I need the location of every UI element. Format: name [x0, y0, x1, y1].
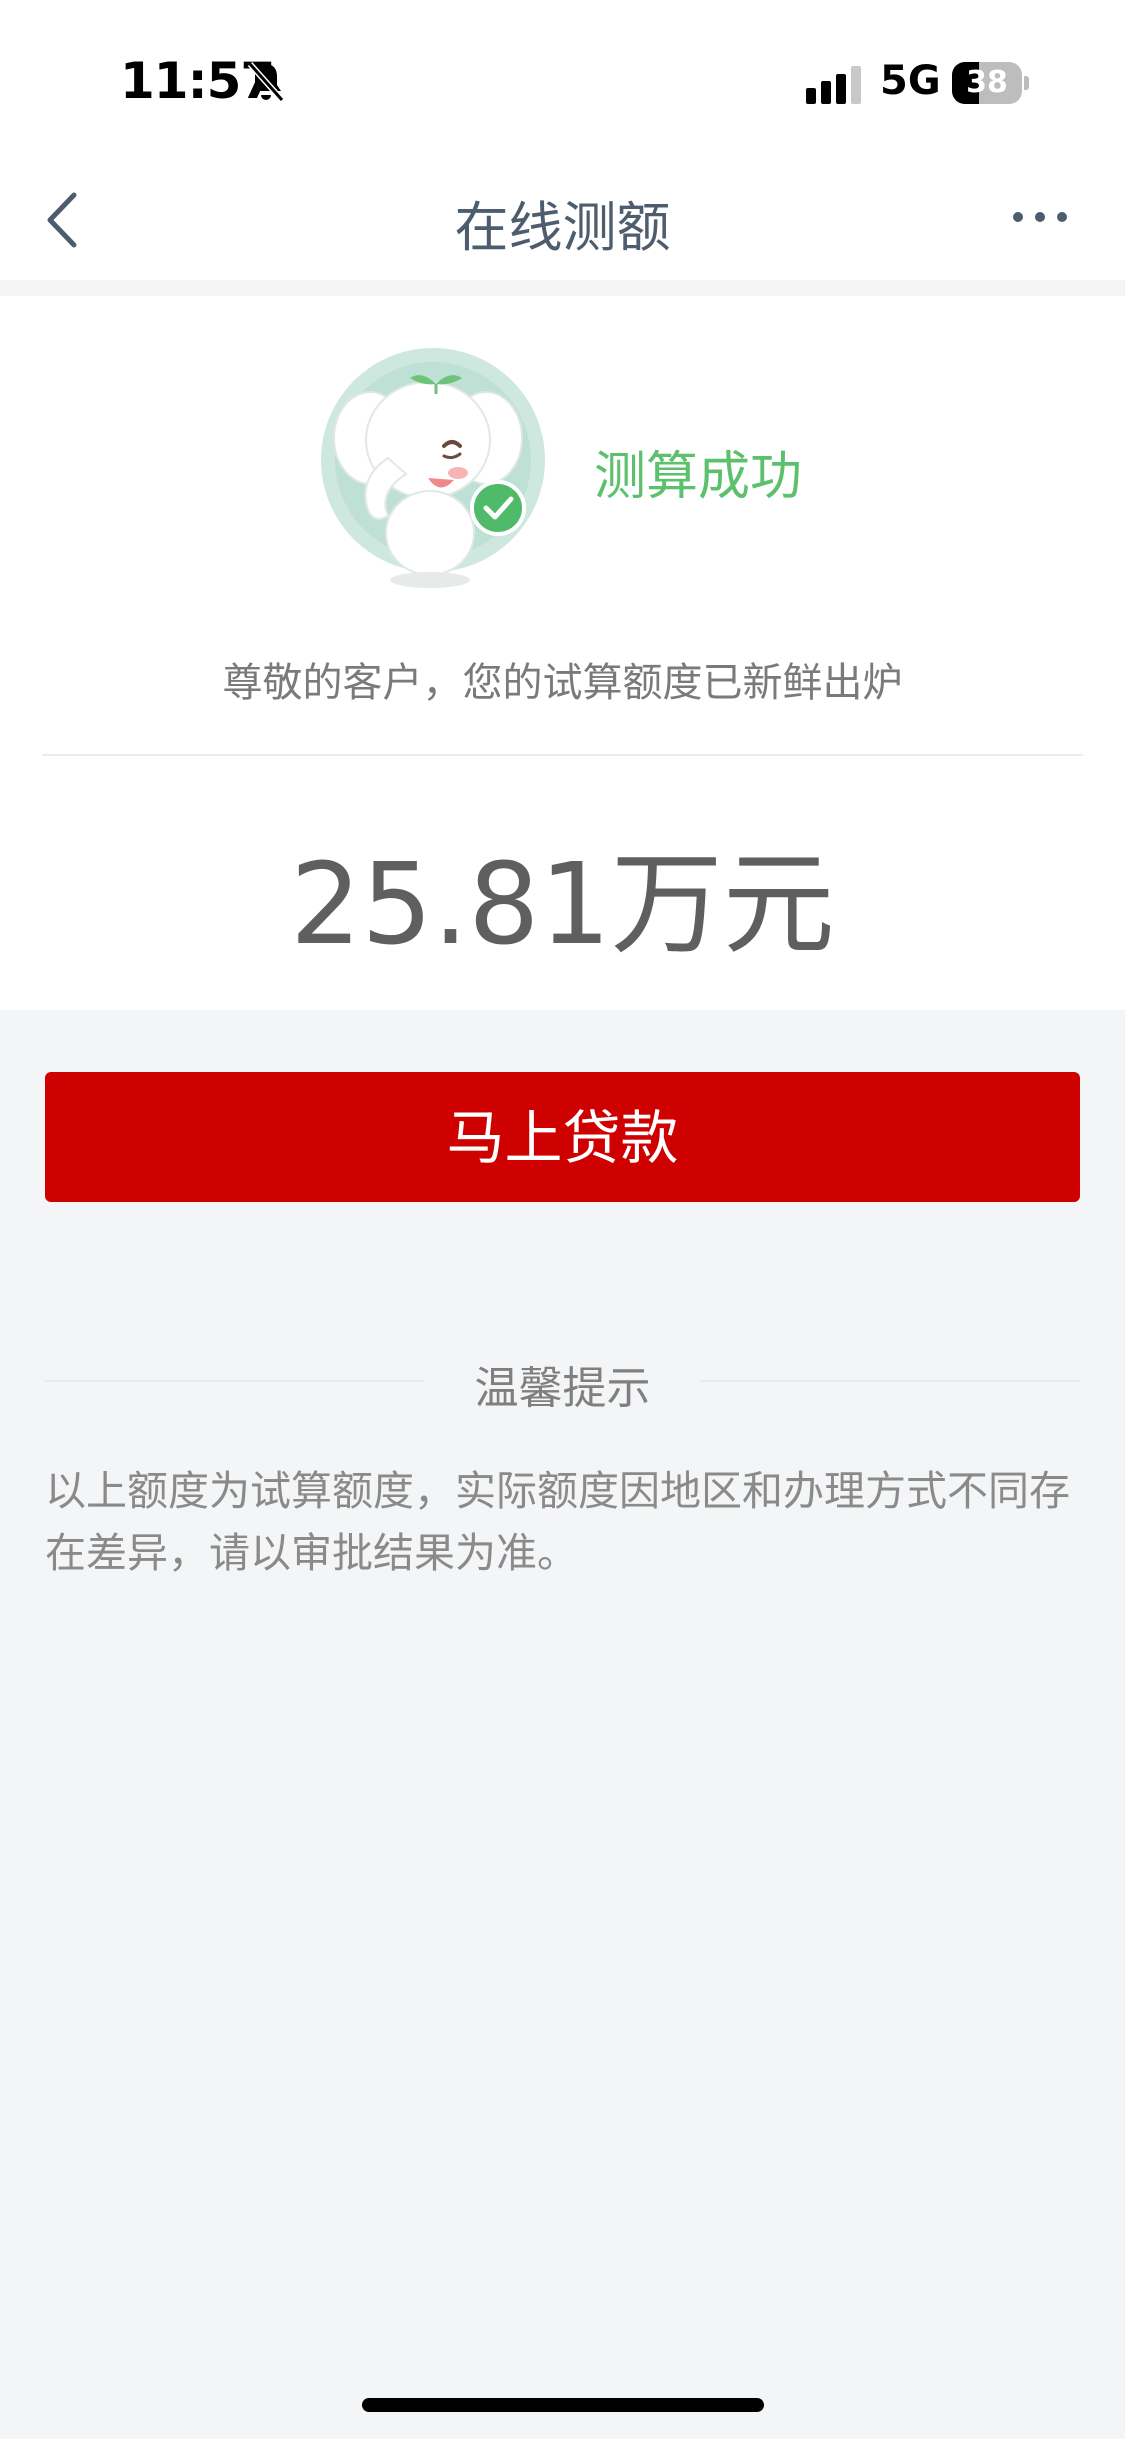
nav-divider: [0, 280, 1125, 296]
success-status-text: 测算成功: [594, 447, 803, 507]
credit-amount: 25.81万元: [290, 840, 835, 970]
result-subtitle: 尊敬的客户，您的试算额度已新鲜出炉: [222, 660, 903, 706]
battery-body: 38: [952, 62, 1022, 104]
tips-divider-right: [700, 1380, 1080, 1382]
network-type: 5G: [880, 58, 941, 104]
battery-nub: [1024, 76, 1029, 90]
status-bar: 11:57 5G 38: [0, 0, 1125, 155]
card-divider: [42, 754, 1083, 756]
battery-level: 38: [966, 65, 1008, 100]
bell-off-icon: [247, 62, 285, 102]
nav-bar: 在线测额: [0, 155, 1125, 280]
result-card: 测算成功 尊敬的客户，您的试算额度已新鲜出炉 25.81万元: [0, 296, 1125, 1010]
tips-title: 温馨提示: [474, 1363, 651, 1414]
battery-icon: 38: [952, 62, 1029, 104]
apply-loan-button[interactable]: 马上贷款: [45, 1072, 1080, 1202]
cellular-signal-icon: [806, 66, 861, 104]
screen: 11:57 5G 38 在线测额 测算成功 尊敬的客户，您的试算额度已新鲜出炉 …: [0, 0, 1125, 2439]
elephant-mascot-check-icon: [321, 348, 545, 588]
tips-body: 以上额度为试算额度，实际额度因地区和办理方式不同存在差异，请以审批结果为准。: [45, 1467, 1070, 1577]
more-horizontal-icon[interactable]: [1010, 205, 1070, 229]
page-title: 在线测额: [454, 196, 671, 259]
home-indicator[interactable]: [362, 2398, 764, 2412]
